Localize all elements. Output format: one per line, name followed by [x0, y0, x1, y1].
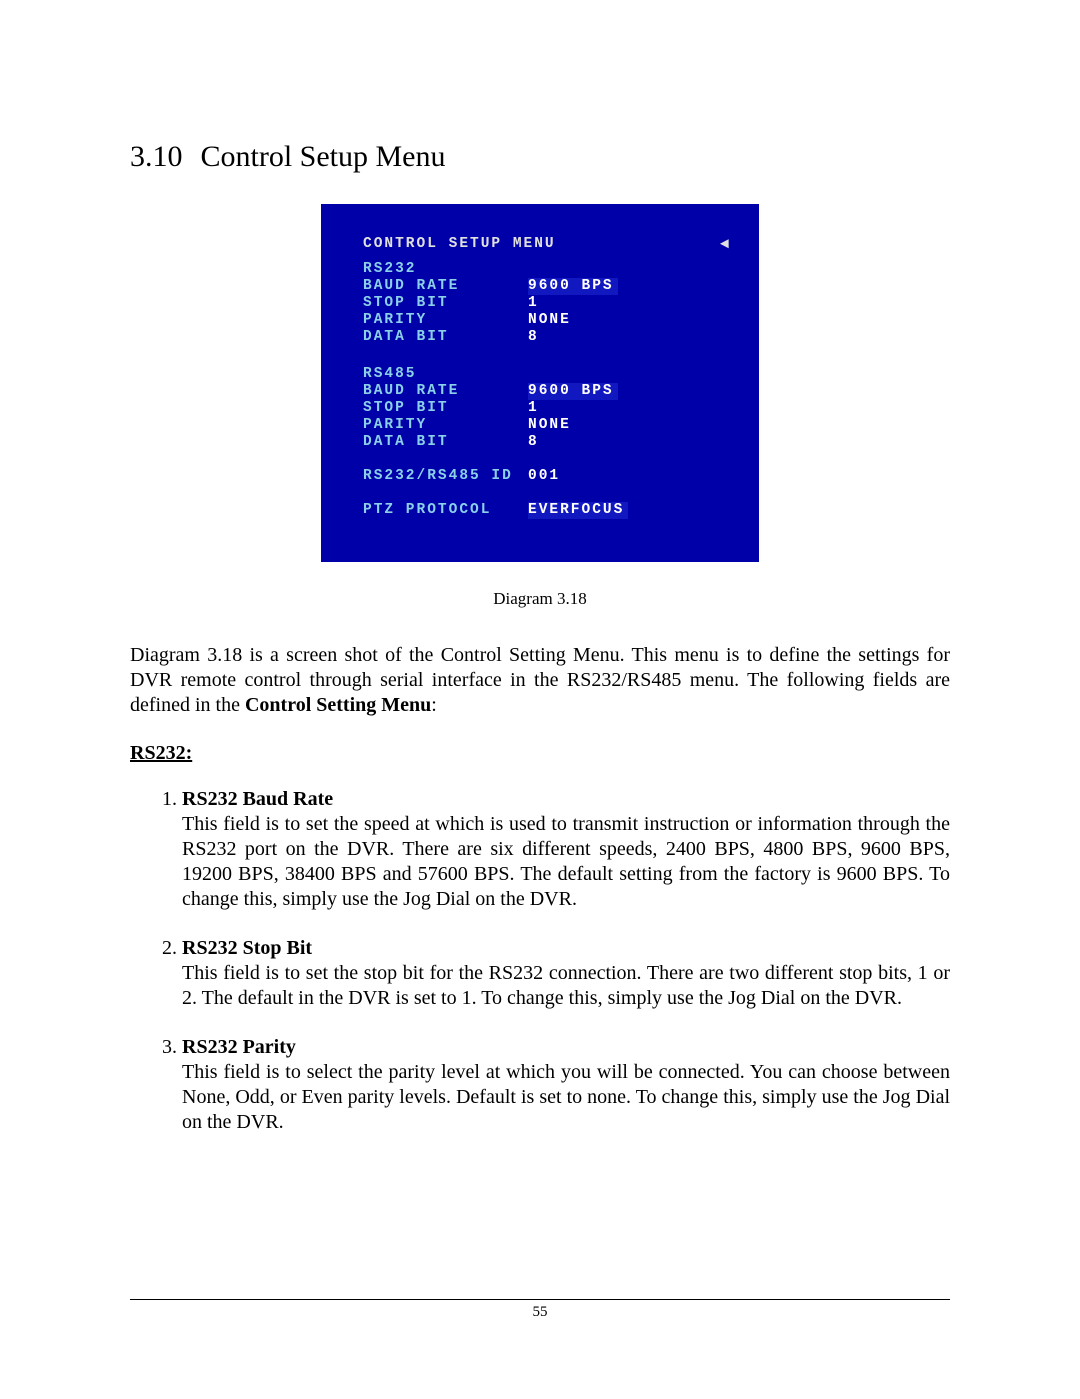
- back-arrow-icon[interactable]: ◄: [720, 236, 729, 253]
- intro-text-2: :: [431, 694, 437, 716]
- section-number: 3.10: [130, 140, 183, 174]
- rs485-stop-row[interactable]: STOP BIT 1: [363, 400, 729, 417]
- rs232-stop-label: STOP BIT: [363, 295, 528, 312]
- rs485-databit-row[interactable]: DATA BIT 8: [363, 434, 729, 451]
- field-desc: This field is to select the parity level…: [182, 1061, 950, 1133]
- intro-bold: Control Setting Menu: [245, 694, 431, 716]
- rs485-baud-row[interactable]: BAUD RATE 9600 BPS: [363, 383, 729, 400]
- id-label: RS232/RS485 ID: [363, 468, 528, 485]
- field-name: RS232 Parity: [182, 1036, 296, 1058]
- rs232-databit-row[interactable]: DATA BIT 8: [363, 329, 729, 346]
- rs232-databit-value: 8: [528, 329, 539, 346]
- list-item: RS232 Stop Bit This field is to set the …: [182, 936, 950, 1011]
- field-desc: This field is to set the speed at which …: [182, 813, 950, 910]
- field-name: RS232 Stop Bit: [182, 937, 312, 959]
- rs485-baud-value: 9600 BPS: [528, 383, 618, 400]
- crt-title-row: CONTROL SETUP MENU ◄: [363, 236, 729, 253]
- ptz-label: PTZ PROTOCOL: [363, 502, 528, 519]
- rs232-stop-value: 1: [528, 295, 539, 312]
- crt-title: CONTROL SETUP MENU: [363, 236, 556, 253]
- field-list: RS232 Baud Rate This field is to set the…: [130, 787, 950, 1135]
- rs485-stop-label: STOP BIT: [363, 400, 528, 417]
- rs232-header: RS232: [363, 261, 729, 278]
- rs232-baud-row[interactable]: BAUD RATE 9600 BPS: [363, 278, 729, 295]
- rs485-parity-label: PARITY: [363, 417, 528, 434]
- list-item: RS232 Baud Rate This field is to set the…: [182, 787, 950, 912]
- page-footer: 55: [130, 1299, 950, 1321]
- rs232-parity-row[interactable]: PARITY NONE: [363, 312, 729, 329]
- rs232-baud-value: 9600 BPS: [528, 278, 618, 295]
- rs232-subhead: RS232:: [130, 742, 950, 765]
- list-item: RS232 Parity This field is to select the…: [182, 1035, 950, 1135]
- rs232-baud-label: BAUD RATE: [363, 278, 528, 295]
- rs485-databit-value: 8: [528, 434, 539, 451]
- field-name: RS232 Baud Rate: [182, 788, 333, 810]
- crt-screen: CONTROL SETUP MENU ◄ RS232 BAUD RATE 960…: [321, 204, 759, 562]
- rs485-parity-row[interactable]: PARITY NONE: [363, 417, 729, 434]
- rs232-databit-label: DATA BIT: [363, 329, 528, 346]
- section-title: Control Setup Menu: [201, 140, 446, 173]
- rs485-stop-value: 1: [528, 400, 539, 417]
- rs232-parity-label: PARITY: [363, 312, 528, 329]
- page-number: 55: [533, 1304, 548, 1320]
- screenshot-wrap: CONTROL SETUP MENU ◄ RS232 BAUD RATE 960…: [130, 204, 950, 567]
- diagram-caption: Diagram 3.18: [130, 589, 950, 609]
- id-value: 001: [528, 468, 560, 485]
- rs485-parity-value: NONE: [528, 417, 571, 434]
- rs485-databit-label: DATA BIT: [363, 434, 528, 451]
- rs232-stop-row[interactable]: STOP BIT 1: [363, 295, 729, 312]
- ptz-row[interactable]: PTZ PROTOCOL EVERFOCUS: [363, 502, 729, 519]
- section-heading: 3.10 Control Setup Menu: [130, 140, 950, 174]
- id-row[interactable]: RS232/RS485 ID 001: [363, 468, 729, 485]
- rs232-parity-value: NONE: [528, 312, 571, 329]
- document-page: 3.10 Control Setup Menu CONTROL SETUP MEN…: [0, 0, 1080, 1399]
- rs485-header: RS485: [363, 366, 729, 383]
- rs485-baud-label: BAUD RATE: [363, 383, 528, 400]
- field-desc: This field is to set the stop bit for th…: [182, 962, 950, 1009]
- ptz-value: EVERFOCUS: [528, 502, 628, 519]
- intro-paragraph: Diagram 3.18 is a screen shot of the Con…: [130, 643, 950, 718]
